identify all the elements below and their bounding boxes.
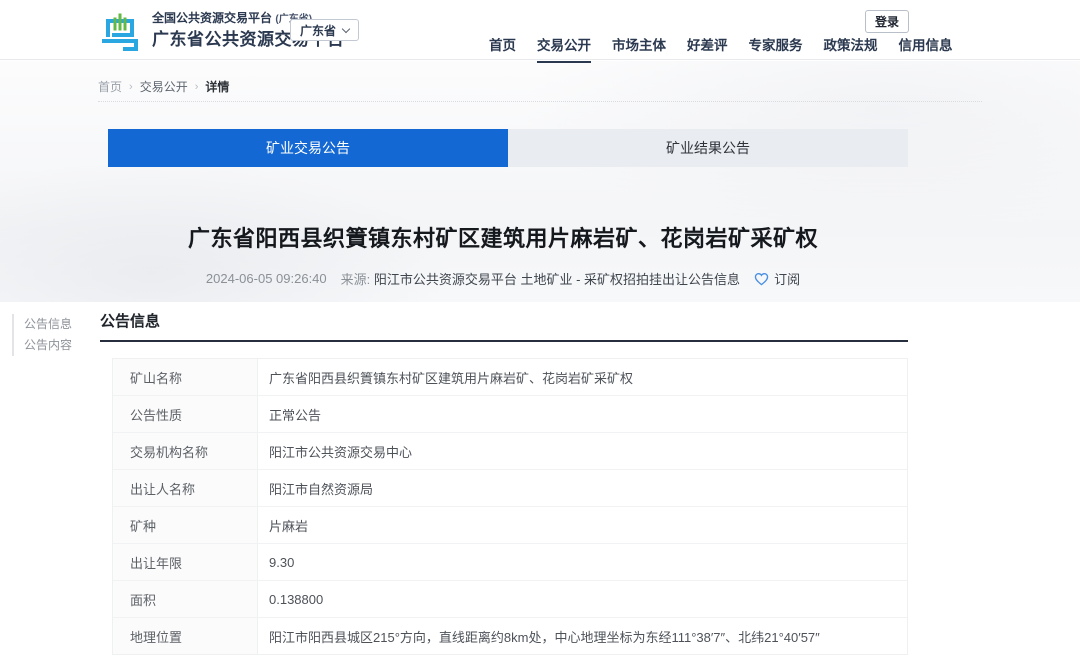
nav-item-trade-public[interactable]: 交易公开 bbox=[537, 34, 591, 63]
login-button[interactable]: 登录 bbox=[865, 10, 909, 33]
section-header: 公告信息 bbox=[100, 310, 908, 342]
table-row: 地理位置 阳江市阳西县城区215°方向，直线距离约8km处，中心地理坐标为东经1… bbox=[113, 618, 907, 654]
row-label: 出让人名称 bbox=[113, 470, 258, 506]
chevron-down-icon bbox=[342, 24, 350, 32]
tab-mining-result-announcement[interactable]: 矿业结果公告 bbox=[508, 129, 908, 167]
page: 全国公共资源交易平台 (广东省) 广东省公共资源交易平台 广东省 登录 首页 交… bbox=[0, 0, 1080, 663]
region-selector[interactable]: 广东省 bbox=[290, 19, 359, 41]
anchor-item-announcement-content[interactable]: 公告内容 bbox=[24, 335, 72, 356]
banner: 首页 › 交易公开 › 详情 矿业交易公告 矿业结果公告 广东省阳西县织篢镇东村… bbox=[0, 61, 1080, 302]
platform-logo-icon bbox=[98, 9, 142, 51]
row-value: 正常公告 bbox=[258, 396, 907, 432]
subscribe-label: 订阅 bbox=[774, 269, 800, 288]
row-value: 广东省阳西县织篢镇东村矿区建筑用片麻岩矿、花岗岩矿采矿权 bbox=[258, 359, 907, 395]
heart-icon bbox=[754, 272, 769, 286]
nav-item-policies[interactable]: 政策法规 bbox=[824, 34, 878, 63]
main-column: 公告信息 矿山名称 广东省阳西县织篢镇东村矿区建筑用片麻岩矿、花岗岩矿采矿权 公… bbox=[100, 310, 908, 655]
subscribe-button[interactable]: 订阅 bbox=[754, 269, 800, 288]
nav-item-home[interactable]: 首页 bbox=[489, 34, 516, 63]
row-label: 交易机构名称 bbox=[113, 433, 258, 469]
breadcrumb-trade-public[interactable]: 交易公开 bbox=[140, 78, 188, 95]
source-label: 来源: bbox=[341, 272, 371, 287]
article-source: 来源: 阳江市公共资源交易平台 土地矿业 - 采矿权招拍挂出让公告信息 bbox=[341, 269, 740, 288]
section-title: 公告信息 bbox=[100, 313, 160, 330]
site-header: 全国公共资源交易平台 (广东省) 广东省公共资源交易平台 广东省 登录 首页 交… bbox=[0, 0, 1080, 60]
row-label: 矿山名称 bbox=[113, 359, 258, 395]
row-value: 片麻岩 bbox=[258, 507, 907, 543]
table-row: 矿种 片麻岩 bbox=[113, 507, 907, 544]
publish-datetime: 2024-06-05 09:26:40 bbox=[206, 271, 327, 286]
breadcrumb-separator: › bbox=[129, 81, 133, 93]
announcement-info-table: 矿山名称 广东省阳西县织篢镇东村矿区建筑用片麻岩矿、花岗岩矿采矿权 公告性质 正… bbox=[112, 358, 908, 655]
row-label: 面积 bbox=[113, 581, 258, 617]
row-label: 矿种 bbox=[113, 507, 258, 543]
row-value: 阳江市自然资源局 bbox=[258, 470, 907, 506]
row-value: 9.30 bbox=[258, 544, 907, 580]
nav-item-credit-info[interactable]: 信用信息 bbox=[899, 34, 953, 63]
row-label: 地理位置 bbox=[113, 618, 258, 654]
row-value: 阳江市阳西县城区215°方向，直线距离约8km处，中心地理坐标为东经111°38… bbox=[258, 618, 907, 654]
article-meta: 2024-06-05 09:26:40 来源: 阳江市公共资源交易平台 土地矿业… bbox=[98, 269, 908, 288]
breadcrumb-detail: 详情 bbox=[205, 78, 229, 95]
region-selector-value: 广东省 bbox=[300, 22, 336, 39]
table-row: 面积 0.138800 bbox=[113, 581, 907, 618]
breadcrumb-separator: › bbox=[195, 81, 199, 93]
table-row: 出让年限 9.30 bbox=[113, 544, 907, 581]
page-title: 广东省阳西县织篢镇东村矿区建筑用片麻岩矿、花岗岩矿采矿权 bbox=[98, 221, 908, 253]
row-value: 阳江市公共资源交易中心 bbox=[258, 433, 907, 469]
anchor-nav: 公告信息 公告内容 bbox=[12, 314, 72, 356]
row-label: 出让年限 bbox=[113, 544, 258, 580]
nav-item-market-entities[interactable]: 市场主体 bbox=[612, 34, 666, 63]
breadcrumb-home[interactable]: 首页 bbox=[98, 78, 122, 95]
anchor-item-announcement-info[interactable]: 公告信息 bbox=[24, 314, 72, 335]
main-nav: 首页 交易公开 市场主体 好差评 专家服务 政策法规 信用信息 bbox=[489, 34, 953, 63]
nav-item-expert-services[interactable]: 专家服务 bbox=[749, 34, 803, 63]
breadcrumb: 首页 › 交易公开 › 详情 bbox=[98, 78, 229, 95]
table-row: 矿山名称 广东省阳西县织篢镇东村矿区建筑用片麻岩矿、花岗岩矿采矿权 bbox=[113, 359, 907, 396]
tab-mining-trade-announcement[interactable]: 矿业交易公告 bbox=[108, 129, 508, 167]
breadcrumb-divider bbox=[98, 101, 982, 102]
table-row: 出让人名称 阳江市自然资源局 bbox=[113, 470, 907, 507]
row-label: 公告性质 bbox=[113, 396, 258, 432]
category-tabs: 矿业交易公告 矿业结果公告 bbox=[108, 129, 908, 167]
table-row: 交易机构名称 阳江市公共资源交易中心 bbox=[113, 433, 907, 470]
content-area: 公告信息 公告内容 公告信息 矿山名称 广东省阳西县织篢镇东村矿区建筑用片麻岩矿… bbox=[0, 302, 1080, 663]
nav-item-rating[interactable]: 好差评 bbox=[687, 34, 728, 63]
table-row: 公告性质 正常公告 bbox=[113, 396, 907, 433]
row-value: 0.138800 bbox=[258, 581, 907, 617]
source-value: 阳江市公共资源交易平台 土地矿业 - 采矿权招拍挂出让公告信息 bbox=[374, 272, 740, 287]
